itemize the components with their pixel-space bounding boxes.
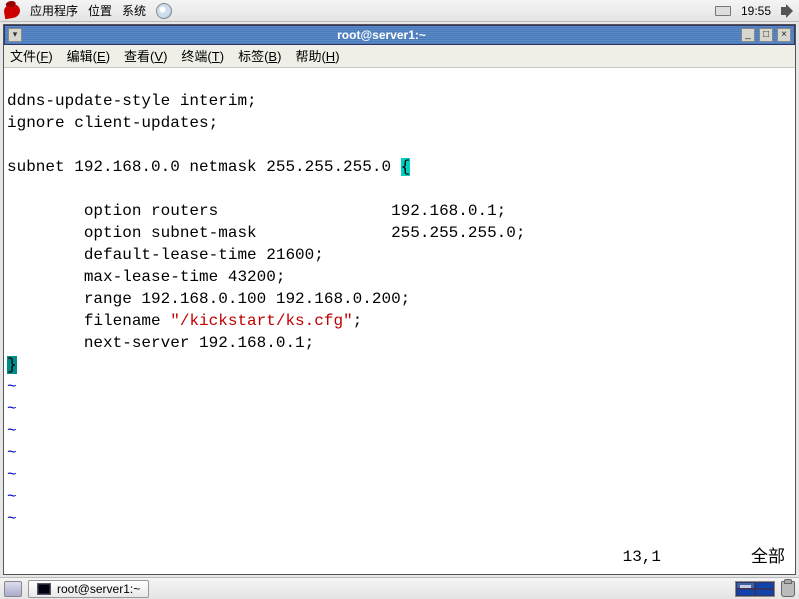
menu-places[interactable]: 位置 [88, 2, 112, 19]
menu-tabs[interactable]: 标签(B) [238, 46, 281, 65]
gnome-bottom-panel: root@server1:~ [0, 577, 799, 599]
workspace-2[interactable] [755, 582, 774, 589]
menu-terminal[interactable]: 终端(T) [181, 46, 224, 65]
cursor-highlight: { [401, 158, 411, 176]
editor-string: "/kickstart/ks.cfg" [170, 312, 352, 330]
vi-tilde: ~ [7, 510, 17, 528]
workspace-4[interactable] [755, 589, 774, 596]
trash-icon[interactable] [781, 581, 795, 597]
editor-line: option subnet-mask 255.255.255.0; [7, 224, 525, 242]
taskbar-item-label: root@server1:~ [57, 582, 140, 596]
window-title: root@server1:~ [26, 28, 737, 42]
workspace-3[interactable] [736, 589, 755, 596]
window-menu-button[interactable]: ▾ [8, 28, 22, 42]
distro-icon[interactable] [3, 2, 21, 19]
vi-status-line: 13,1 全部 [4, 546, 795, 568]
disc-icon[interactable] [156, 3, 172, 19]
menu-applications[interactable]: 应用程序 [30, 2, 78, 19]
editor-line: option routers 192.168.0.1; [7, 202, 506, 220]
tray-battery-icon[interactable] [715, 6, 731, 16]
maximize-button[interactable]: □ [759, 28, 773, 42]
vi-tilde: ~ [7, 400, 17, 418]
editor-line: ignore client-updates; [7, 114, 218, 132]
editor-line: subnet 192.168.0.0 netmask 255.255.255.0 [7, 158, 401, 176]
app-menubar: 文件(F) 编辑(E) 查看(V) 终端(T) 标签(B) 帮助(H) [4, 45, 795, 68]
menu-system[interactable]: 系统 [122, 2, 146, 19]
minimize-button[interactable]: _ [741, 28, 755, 42]
vi-tilde: ~ [7, 444, 17, 462]
vi-tilde: ~ [7, 378, 17, 396]
brace-match: } [7, 356, 17, 374]
taskbar-item-terminal[interactable]: root@server1:~ [28, 580, 149, 598]
workspace-1[interactable] [736, 582, 755, 589]
vi-tilde: ~ [7, 466, 17, 484]
terminal-icon [37, 583, 51, 595]
vi-tilde: ~ [7, 422, 17, 440]
volume-icon[interactable] [781, 4, 795, 18]
vi-mode: 全部 [751, 546, 785, 568]
vi-tilde: ~ [7, 488, 17, 506]
editor-line: filename [7, 312, 170, 330]
close-button[interactable]: × [777, 28, 791, 42]
menu-view[interactable]: 查看(V) [124, 46, 167, 65]
editor-line: next-server 192.168.0.1; [7, 334, 314, 352]
gnome-top-panel: 应用程序 位置 系统 19:55 [0, 0, 799, 22]
cursor-position: 13,1 [623, 546, 661, 568]
tray-terminal-icon[interactable] [711, 582, 729, 596]
menu-edit[interactable]: 编辑(E) [67, 46, 110, 65]
terminal-viewport[interactable]: ddns-update-style interim; ignore client… [4, 68, 795, 574]
clock[interactable]: 19:55 [741, 4, 771, 18]
editor-line: max-lease-time 43200; [7, 268, 285, 286]
menu-help[interactable]: 帮助(H) [295, 46, 339, 65]
editor-line: default-lease-time 21600; [7, 246, 324, 264]
show-desktop-button[interactable] [4, 581, 22, 597]
window-titlebar[interactable]: ▾ root@server1:~ _ □ × [4, 25, 795, 45]
editor-line: ddns-update-style interim; [7, 92, 257, 110]
menu-file[interactable]: 文件(F) [10, 46, 53, 65]
workspace-switcher[interactable] [735, 581, 775, 597]
terminal-window: ▾ root@server1:~ _ □ × 文件(F) 编辑(E) 查看(V)… [3, 24, 796, 575]
editor-line: range 192.168.0.100 192.168.0.200; [7, 290, 410, 308]
